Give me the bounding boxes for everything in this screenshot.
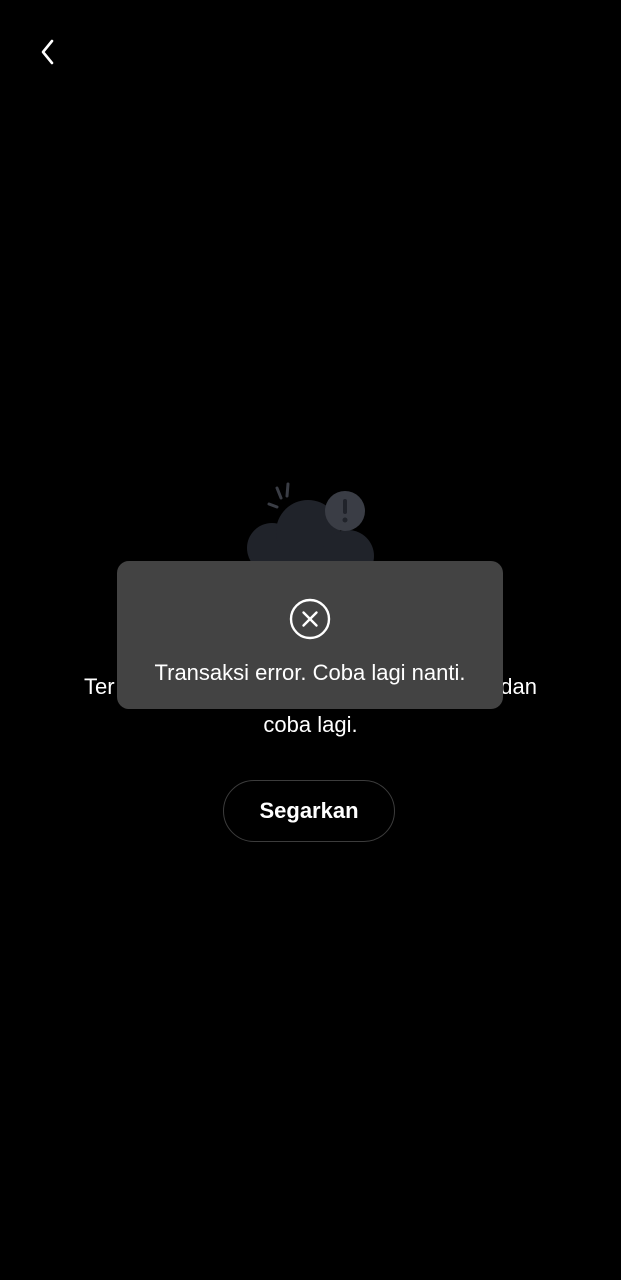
error-toast: Transaksi error. Coba lagi nanti. <box>117 561 503 709</box>
refresh-button[interactable]: Segarkan <box>223 780 395 842</box>
error-message-line-2: coba lagi. <box>263 712 358 737</box>
close-circle-icon <box>289 598 331 640</box>
chevron-left-icon <box>41 39 54 65</box>
cloud-alert-illustration <box>240 478 380 582</box>
error-message-fragment-right: dan <box>500 674 537 699</box>
toast-message: Transaksi error. Coba lagi nanti. <box>154 660 466 685</box>
back-button[interactable] <box>28 30 68 74</box>
cloud-alert-icon <box>247 482 374 582</box>
error-message-fragment-left: Ter <box>84 674 115 699</box>
